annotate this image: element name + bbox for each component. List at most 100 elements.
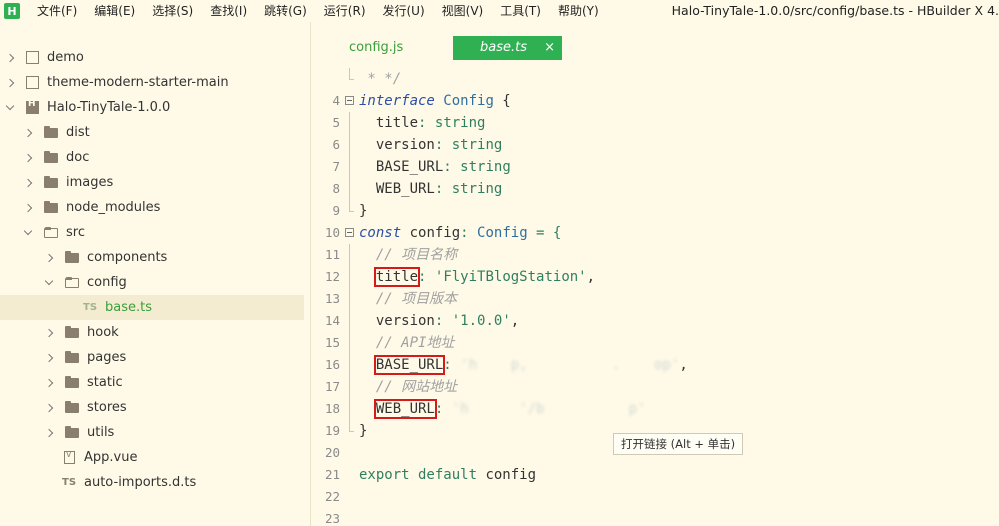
chevron-down-icon[interactable] bbox=[4, 102, 16, 114]
highlighted-web-url-key: WEB_URL bbox=[373, 399, 437, 419]
fold-toggle-icon[interactable] bbox=[345, 96, 354, 105]
folder-icon bbox=[44, 125, 58, 138]
code-text: version: '1.0.0', bbox=[359, 310, 519, 332]
folder-icon bbox=[65, 350, 79, 363]
redacted-url-string[interactable]: 'h p, . op' bbox=[460, 357, 679, 373]
fold-guide bbox=[349, 266, 350, 288]
tree-item-label: doc bbox=[66, 150, 90, 165]
code-text: WEB_URL: 'h '/b p' bbox=[359, 398, 646, 420]
tree-item-hook[interactable]: hook bbox=[0, 320, 304, 345]
punct: , bbox=[679, 357, 688, 373]
code-line: 4 * */ bbox=[312, 68, 999, 108]
menu-help[interactable]: 帮助(Y) bbox=[549, 0, 607, 22]
tree-item-label: utils bbox=[87, 425, 115, 440]
tree-item-demo[interactable]: demo bbox=[0, 45, 304, 70]
keyword: const bbox=[359, 225, 402, 241]
menu-edit[interactable]: 编辑(E) bbox=[85, 0, 143, 22]
fold-guide bbox=[349, 178, 350, 200]
tree-item-pages[interactable]: pages bbox=[0, 345, 304, 370]
tree-item-utils[interactable]: utils bbox=[0, 420, 304, 445]
menu-select[interactable]: 选择(S) bbox=[143, 0, 201, 22]
tree-item-label: auto-imports.d.ts bbox=[84, 475, 197, 490]
fold-guide bbox=[349, 310, 350, 332]
tree-item-static[interactable]: static bbox=[0, 370, 304, 395]
chevron-right-icon[interactable] bbox=[43, 402, 55, 414]
tree-item-src[interactable]: src bbox=[0, 220, 304, 245]
menu-file[interactable]: 文件(F) bbox=[28, 0, 85, 22]
code-line: 15 version: '1.0.0', bbox=[312, 310, 999, 350]
menu-view[interactable]: 视图(V) bbox=[433, 0, 492, 22]
punct: , bbox=[510, 313, 520, 329]
code-line: 6 title: string bbox=[312, 112, 999, 152]
tree-item-label: Halo-TinyTale-1.0.0 bbox=[47, 100, 171, 115]
chevron-right-icon[interactable] bbox=[4, 77, 16, 89]
fold-guide bbox=[349, 156, 350, 178]
code-line: 14 // 项目版本 bbox=[312, 288, 999, 328]
hbuilder-logo-icon: H bbox=[4, 3, 20, 19]
code-text: // API地址 bbox=[359, 332, 455, 354]
type-name: Config bbox=[477, 225, 528, 241]
tree-item-auto-imports[interactable]: TS auto-imports.d.ts bbox=[0, 470, 304, 495]
variable: config bbox=[401, 225, 461, 241]
tree-item-label: hook bbox=[87, 325, 119, 340]
folder-icon bbox=[44, 150, 58, 163]
chevron-right-icon[interactable] bbox=[22, 152, 34, 164]
folder-icon bbox=[44, 200, 58, 213]
tree-item-doc[interactable]: doc bbox=[0, 145, 304, 170]
fold-guide bbox=[349, 244, 350, 266]
code-text: export default config bbox=[359, 464, 536, 486]
chevron-right-icon[interactable] bbox=[43, 352, 55, 364]
menu-goto[interactable]: 跳转(G) bbox=[255, 0, 315, 22]
code-text: * */ bbox=[359, 71, 402, 87]
chevron-right-icon[interactable] bbox=[4, 52, 16, 64]
tree-item-config[interactable]: config bbox=[0, 270, 304, 295]
chevron-right-icon[interactable] bbox=[22, 127, 34, 139]
tab-base-ts[interactable]: base.ts × bbox=[453, 36, 562, 60]
folder-icon bbox=[65, 250, 79, 263]
code-line: 5 interface Config { bbox=[312, 90, 999, 130]
chevron-down-icon[interactable] bbox=[22, 227, 34, 239]
chevron-right-icon[interactable] bbox=[22, 177, 34, 189]
type-name: string bbox=[434, 115, 486, 131]
tree-item-dist[interactable]: dist bbox=[0, 120, 304, 145]
fold-toggle-icon[interactable] bbox=[345, 228, 354, 237]
menu-run[interactable]: 运行(R) bbox=[315, 0, 374, 22]
punct: = { bbox=[527, 225, 562, 241]
menu-tools[interactable]: 工具(T) bbox=[491, 0, 549, 22]
tree-item-halo-tinytale[interactable]: Halo-TinyTale-1.0.0 bbox=[0, 95, 304, 120]
code-text: title: 'FlyiTBlogStation', bbox=[359, 266, 595, 288]
code-text: version: string bbox=[359, 134, 502, 156]
punct: : bbox=[418, 269, 427, 285]
tree-item-base-ts[interactable]: TS base.ts bbox=[0, 295, 304, 320]
typescript-file-icon: TS bbox=[83, 302, 98, 313]
tree-item-stores[interactable]: stores bbox=[0, 395, 304, 420]
tree-item-node-modules[interactable]: node_modules bbox=[0, 195, 304, 220]
chevron-right-icon[interactable] bbox=[43, 377, 55, 389]
tree-item-components[interactable]: components bbox=[0, 245, 304, 270]
chevron-right-icon[interactable] bbox=[43, 252, 55, 264]
chevron-right-icon[interactable] bbox=[43, 327, 55, 339]
typescript-file-icon: TS bbox=[62, 477, 77, 488]
tab-config-js[interactable]: config.js bbox=[349, 36, 403, 60]
code-line: 7 version: string bbox=[312, 134, 999, 174]
fold-guide bbox=[349, 134, 350, 156]
redacted-url-string[interactable]: 'h '/b p' bbox=[452, 401, 646, 417]
variable: config bbox=[477, 467, 537, 483]
tree-item-label: dist bbox=[66, 125, 90, 140]
punct: , bbox=[586, 269, 596, 285]
chevron-right-icon[interactable] bbox=[43, 427, 55, 439]
code-text: BASE_URL: string bbox=[359, 156, 511, 178]
chevron-down-icon[interactable] bbox=[43, 277, 55, 289]
close-icon[interactable]: × bbox=[544, 36, 555, 60]
window-title: Halo-TinyTale-1.0.0/src/config/base.ts -… bbox=[663, 0, 999, 22]
tree-item-images[interactable]: images bbox=[0, 170, 304, 195]
menu-publish[interactable]: 发行(U) bbox=[374, 0, 433, 22]
tree-item-theme-modern-starter-main[interactable]: theme-modern-starter-main bbox=[0, 70, 304, 95]
tree-item-app-vue[interactable]: App.vue bbox=[0, 445, 304, 470]
fold-guide bbox=[349, 112, 350, 134]
chevron-right-icon[interactable] bbox=[22, 202, 34, 214]
comment: // 网站地址 bbox=[375, 379, 458, 395]
code-text: interface Config { bbox=[359, 90, 511, 112]
menu-find[interactable]: 查找(I) bbox=[201, 0, 255, 22]
file-tree: demo theme-modern-starter-main Halo-Tiny… bbox=[0, 45, 304, 495]
